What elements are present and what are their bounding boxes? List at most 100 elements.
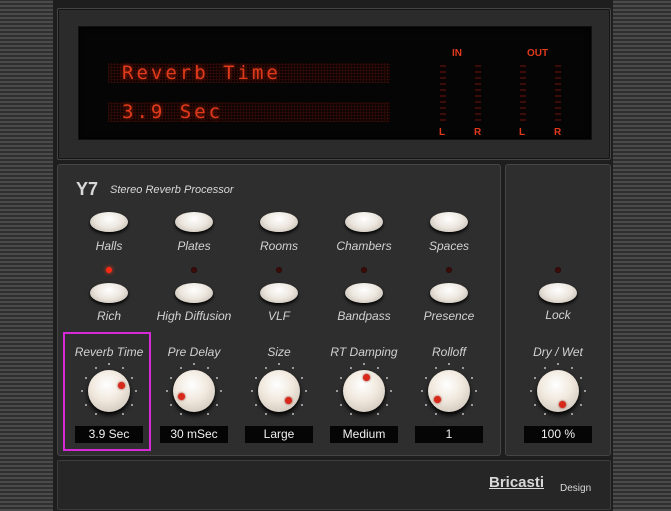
halls-label: Halls [95, 239, 123, 253]
knob-scale-tick [216, 403, 219, 406]
knob-scale-tick [169, 403, 172, 406]
lcd-display: Reverb Time 3.9 Sec IN OUT L R L R [78, 26, 592, 140]
rolloff-value: 1 [415, 426, 483, 443]
pre-delay-label: Pre Delay [167, 345, 221, 359]
knob-indicator [177, 393, 185, 401]
knob-scale-tick [363, 363, 365, 365]
knob-scale-tick [543, 366, 546, 369]
knob-indicator [559, 400, 567, 408]
dry-wet-knob[interactable] [537, 370, 579, 412]
presence-button[interactable] [430, 283, 468, 303]
input-meter-right [475, 63, 481, 121]
chambers-led [361, 267, 367, 273]
display-panel: Reverb Time 3.9 Sec IN OUT L R L R [57, 8, 611, 160]
output-meter-right [555, 63, 561, 121]
knob-scale-tick [264, 366, 267, 369]
knob-scale-tick [376, 366, 379, 369]
spaces-led [446, 267, 452, 273]
knob-scale-tick [301, 403, 304, 406]
knob-scale-tick [434, 413, 437, 416]
knob-scale-tick [278, 363, 280, 365]
knob-scale-tick [251, 390, 253, 392]
knob-scale-tick [291, 413, 294, 416]
rooms-led [276, 267, 282, 273]
input-meter-left [440, 63, 446, 121]
halls-led [106, 267, 112, 273]
presence-label: Presence [423, 309, 475, 323]
knob-scale-tick [216, 376, 219, 379]
rooms-button[interactable] [260, 212, 298, 232]
rt-damping-value: Medium [330, 426, 398, 443]
knob-scale-tick [570, 366, 573, 369]
high-diffusion-button[interactable] [175, 283, 213, 303]
rack-rail-left [0, 0, 53, 511]
knob-scale-tick [301, 376, 304, 379]
chambers-button[interactable] [345, 212, 383, 232]
brand-logo: Bricasti [489, 474, 545, 491]
knob-scale-tick [471, 403, 474, 406]
bandpass-label: Bandpass [337, 309, 391, 323]
knob-scale-tick [533, 403, 536, 406]
knob-scale-tick [580, 403, 583, 406]
knob-scale-tick [530, 390, 532, 392]
halls-button[interactable] [90, 212, 128, 232]
model-name: Y7 [76, 179, 99, 199]
knob-scale-tick [264, 413, 267, 416]
knob-scale-tick [349, 366, 352, 369]
spaces-label: Spaces [428, 239, 470, 253]
output-meter-left [520, 63, 526, 121]
brand-logo-suffix: Design [560, 483, 592, 494]
high-diffusion-label: High Diffusion [156, 309, 232, 323]
plates-led [191, 267, 197, 273]
vlf-button[interactable] [260, 283, 298, 303]
meter-channel-label: R [554, 127, 562, 138]
plates-button[interactable] [175, 212, 213, 232]
spaces-button[interactable] [430, 212, 468, 232]
knob-scale-tick [179, 413, 182, 416]
knob-scale-tick [471, 376, 474, 379]
knob-scale-tick [206, 366, 209, 369]
pre-delay-value: 30 mSec [160, 426, 228, 443]
lcd-parameter-value: 3.9 Sec [108, 102, 390, 122]
model-subtitle: Stereo Reverb Processor [110, 184, 234, 196]
knob-scale-tick [424, 376, 427, 379]
rooms-label: Rooms [259, 239, 298, 253]
knob-scale-tick [424, 403, 427, 406]
output-meter-label: OUT [527, 48, 549, 59]
knob-scale-tick [543, 413, 546, 416]
knob-scale-tick [254, 376, 257, 379]
rack-rail-right [613, 0, 671, 511]
pre-delay-knob[interactable] [173, 370, 215, 412]
knob-scale-tick [461, 366, 464, 369]
knob-scale-tick [390, 390, 392, 392]
knob-scale-tick [220, 390, 222, 392]
knob-scale-tick [434, 366, 437, 369]
lock-label: Lock [545, 308, 571, 322]
lock-led [555, 267, 561, 273]
knob-scale-tick [448, 363, 450, 365]
rich-button[interactable] [90, 283, 128, 303]
knob-scale-tick [336, 390, 338, 392]
knob-scale-tick [166, 390, 168, 392]
rt-damping-knob[interactable] [343, 370, 385, 412]
knob-scale-tick [376, 413, 379, 416]
rolloff-label: Rolloff [431, 345, 466, 359]
input-meter-label: IN [452, 48, 462, 59]
lcd-parameter-name: Reverb Time [108, 63, 390, 83]
knob-scale-tick [305, 390, 307, 392]
rolloff-knob[interactable] [428, 370, 470, 412]
vlf-label: VLF [267, 309, 290, 323]
knob-scale-tick [169, 376, 172, 379]
size-knob[interactable] [258, 370, 300, 412]
knob-scale-tick [386, 376, 389, 379]
bandpass-button[interactable] [345, 283, 383, 303]
knob-scale-tick [557, 363, 559, 365]
knob-scale-tick [475, 390, 477, 392]
knob-scale-tick [206, 413, 209, 416]
knob-scale-tick [570, 413, 573, 416]
knob-scale-tick [179, 366, 182, 369]
size-label: Size [267, 345, 291, 359]
selected-parameter-highlight [63, 332, 151, 451]
knob-scale-tick [386, 403, 389, 406]
lock-button[interactable] [539, 283, 577, 303]
